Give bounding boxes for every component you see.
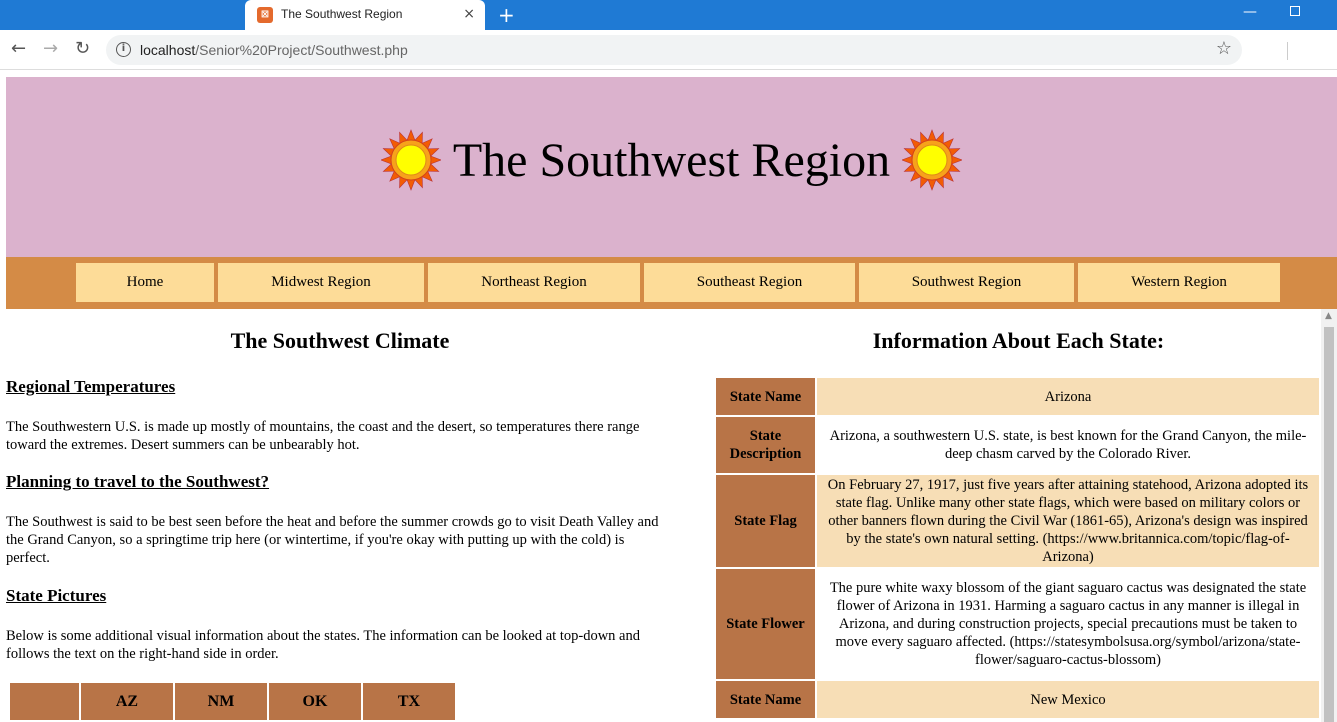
pictures-text: Below is some additional visual informat… <box>6 628 640 662</box>
nav-midwest[interactable]: Midwest Region <box>218 263 424 302</box>
sun-icon <box>380 129 441 191</box>
close-tab-icon[interactable]: × <box>463 6 475 22</box>
row-label: State Flower <box>716 569 815 679</box>
state-info-table: State Name Arizona State Description Ari… <box>714 376 1321 720</box>
region-nav: Home Midwest Region Northeast Region Sou… <box>6 257 1337 309</box>
row-label: State Description <box>716 417 815 473</box>
climate-heading: The Southwest Climate <box>230 328 450 353</box>
minimize-icon[interactable]: — <box>1243 4 1257 20</box>
state-pictures-table: AZ NM OK TX <box>8 681 457 722</box>
table-header-cell: OK <box>269 683 361 720</box>
url-host: localhost <box>140 42 196 58</box>
table-row: AZ NM OK TX <box>10 683 455 720</box>
nav-western[interactable]: Western Region <box>1078 263 1280 302</box>
state-info-heading: Information About Each State: <box>872 328 1165 353</box>
table-header-cell <box>10 683 79 720</box>
tab-title: The Southwest Region <box>281 7 403 21</box>
table-header-cell: TX <box>363 683 455 720</box>
table-header-cell: NM <box>175 683 267 720</box>
browser-toolbar: ← → ↻ i localhost/Senior%20Project/South… <box>0 30 1337 70</box>
nav-northeast[interactable]: Northeast Region <box>428 263 640 302</box>
table-row: State Name Arizona <box>716 378 1319 415</box>
travel-text: The Southwest is said to be best seen be… <box>6 514 659 566</box>
restore-icon[interactable] <box>1290 6 1300 16</box>
row-value: New Mexico <box>817 681 1319 718</box>
table-row: State Name New Mexico <box>716 681 1319 718</box>
sun-icon <box>902 129 963 191</box>
nav-southwest[interactable]: Southwest Region <box>859 263 1074 302</box>
back-icon[interactable]: ← <box>11 38 26 59</box>
row-value: Arizona <box>817 378 1319 415</box>
row-label: State Name <box>716 378 815 415</box>
row-value: Arizona, a southwestern U.S. state, is b… <box>829 428 1307 462</box>
page-content: The Southwest Region Home Midwest Region… <box>6 77 1337 722</box>
browser-tab[interactable]: ⊠ The Southwest Region × <box>245 0 485 30</box>
scrollbar-thumb[interactable] <box>1324 327 1334 722</box>
new-tab-button[interactable]: + <box>498 3 515 27</box>
temperatures-text: The Southwestern U.S. is made up mostly … <box>6 419 640 453</box>
table-row: State Description Arizona, a southwester… <box>716 417 1319 473</box>
info-icon[interactable]: i <box>116 42 131 57</box>
pictures-heading: State Pictures <box>6 586 107 605</box>
table-row: State Flag On February 27, 1917, just fi… <box>716 475 1319 567</box>
reload-icon[interactable]: ↻ <box>75 38 90 59</box>
table-row: State Flower The pure white waxy blossom… <box>716 569 1319 679</box>
vertical-scrollbar[interactable]: ▲ <box>1321 309 1337 722</box>
nav-southeast[interactable]: Southeast Region <box>644 263 855 302</box>
xampp-favicon-icon: ⊠ <box>257 7 273 23</box>
table-header-cell: AZ <box>81 683 173 720</box>
scroll-up-arrow-icon[interactable]: ▲ <box>1325 311 1332 321</box>
page-title: The Southwest Region <box>452 133 891 187</box>
url-path: /Senior%20Project/Southwest.php <box>195 42 408 58</box>
nav-home[interactable]: Home <box>76 263 214 302</box>
address-bar[interactable]: i localhost/Senior%20Project/Southwest.p… <box>106 35 1242 65</box>
row-value: On February 27, 1917, just five years af… <box>817 475 1319 567</box>
row-label: State Flag <box>716 475 815 567</box>
temperatures-heading: Regional Temperatures <box>6 377 176 396</box>
browser-tab-bar: ⊠ The Southwest Region × + — <box>0 0 1337 30</box>
forward-icon[interactable]: → <box>43 38 58 59</box>
url-text[interactable]: localhost/Senior%20Project/Southwest.php <box>140 42 408 58</box>
row-label: State Name <box>716 681 815 718</box>
header-banner: The Southwest Region <box>6 77 1337 257</box>
bookmark-star-icon[interactable]: ☆ <box>1216 38 1232 59</box>
row-value: The pure white waxy blossom of the giant… <box>829 580 1307 668</box>
travel-heading: Planning to travel to the Southwest? <box>6 472 270 491</box>
toolbar-divider <box>1287 42 1288 60</box>
